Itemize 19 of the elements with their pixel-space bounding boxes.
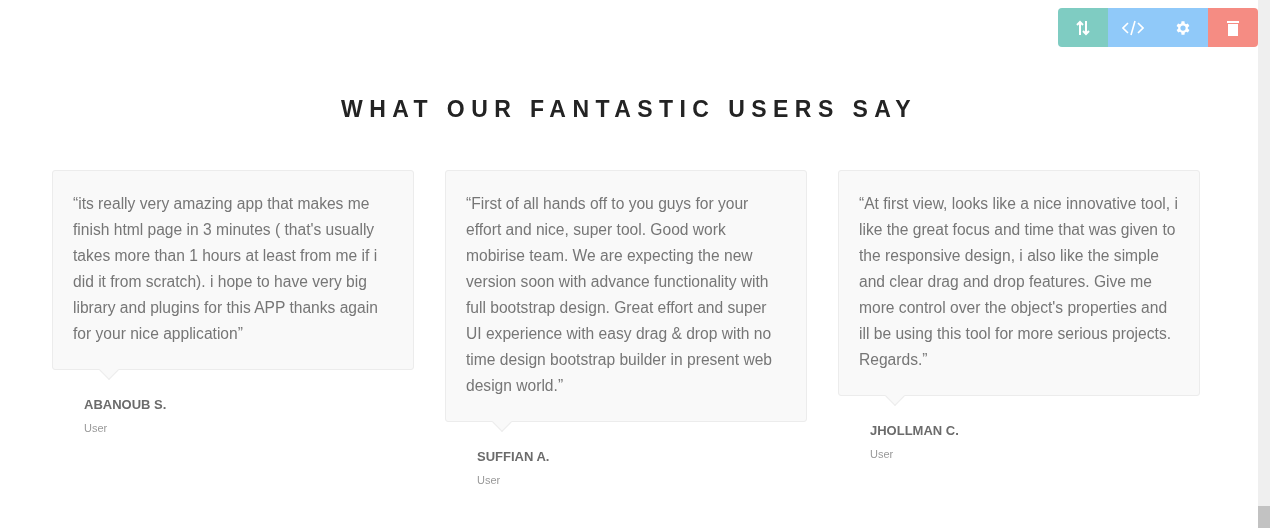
settings-icon (1174, 18, 1192, 37)
section-heading: WHAT OUR FANTASTIC USERS SAY (341, 95, 917, 124)
author-name: SUFFIAN A. (477, 448, 550, 466)
testimonial-card: “At first view, looks like a nice innovative tool, i like the great focus and time that was given to the responsive design, i also like the simple and clear drag and drop features. Give me more control over the object's properties and ill be using this tool for more serious projects. Regards.” (838, 170, 1200, 396)
author-name: JHOLLMAN C. (870, 422, 959, 440)
author-role: User (477, 472, 501, 488)
scrollbar-thumb[interactable] (1258, 506, 1270, 528)
author-role: User (84, 420, 108, 436)
sort-arrows-icon (1076, 19, 1090, 36)
testimonial-card: “its really very amazing app that makes me finish html page in 3 minutes ( that's usually takes more than 1 hours at least from me if i did it from scratch). i hope to have very big library and plugins for this APP thanks again for your nice application” (52, 170, 414, 370)
settings-button[interactable] (1158, 8, 1208, 47)
author-role: User (870, 446, 894, 462)
move-button[interactable] (1058, 8, 1108, 47)
code-icon (1122, 19, 1144, 36)
trash-icon (1227, 19, 1239, 36)
testimonial-card: “First of all hands off to you guys for your effort and nice, super tool. Good work mobirise team. We are expecting the new version soon with advance functionality with full bootstrap design. Great effort and super UI experience with easy drag & drop with no time design bootstrap builder in present web design world.” (445, 170, 807, 422)
code-button[interactable] (1108, 8, 1158, 47)
delete-button[interactable] (1208, 8, 1258, 47)
author-name: ABANOUB S. (84, 396, 167, 414)
